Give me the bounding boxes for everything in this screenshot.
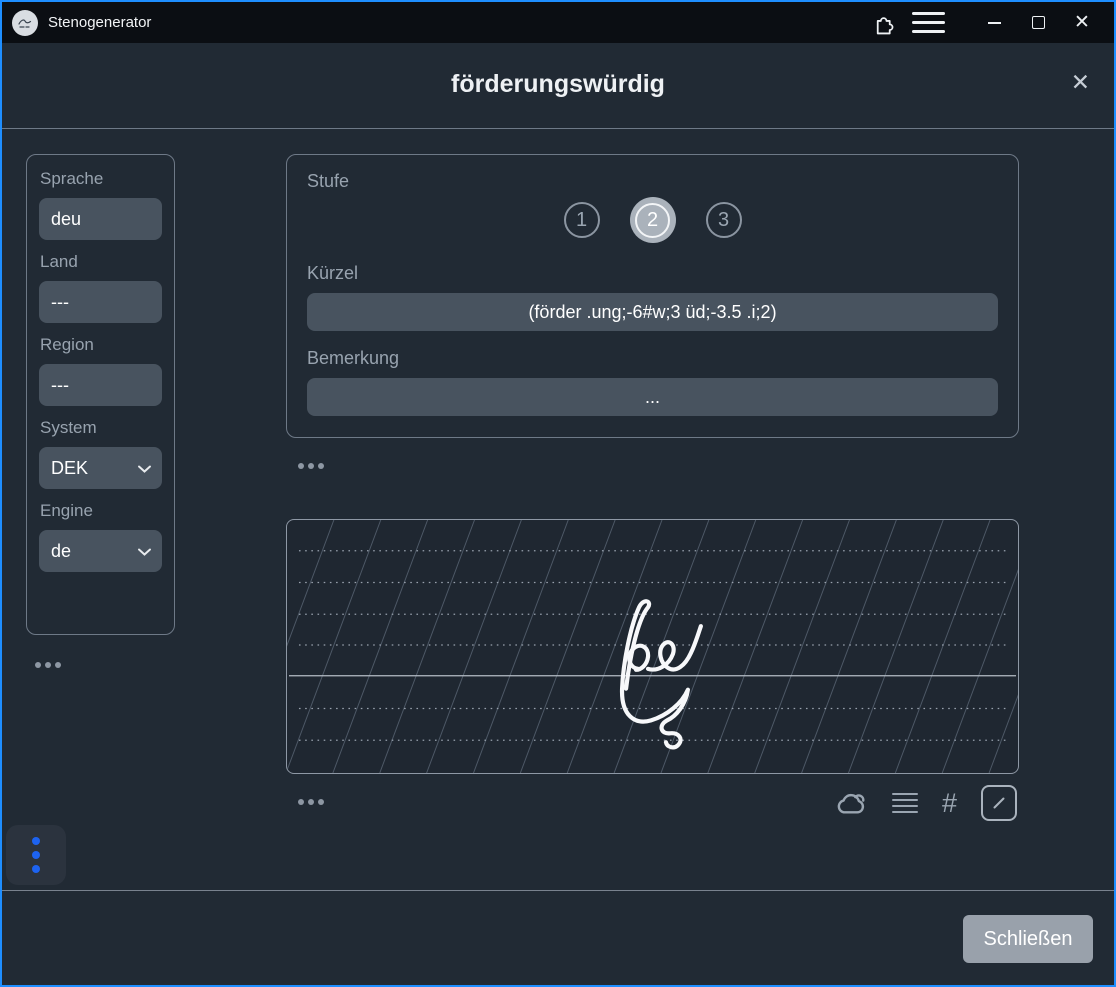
lines-guides-icon[interactable] bbox=[892, 793, 918, 814]
dialog-close-button[interactable]: ✕ bbox=[1071, 69, 1090, 96]
land-label: Land bbox=[40, 252, 162, 272]
engine-select[interactable] bbox=[39, 530, 162, 572]
bemerkung-label: Bemerkung bbox=[307, 348, 998, 369]
entry-details-panel: Stufe 1 2 3 Kürzel Bemerkung bbox=[286, 154, 1019, 438]
maximize-button[interactable] bbox=[1016, 2, 1060, 43]
sidebar-more-menu[interactable] bbox=[35, 662, 61, 668]
steno-outline-drawing bbox=[622, 601, 701, 747]
app-logo-icon bbox=[12, 10, 38, 36]
titlebar: Stenogenerator ✕ bbox=[2, 2, 1114, 43]
engine-label: Engine bbox=[40, 501, 162, 521]
slant-guidelines bbox=[287, 520, 1018, 773]
slant-lines-toggle-icon[interactable] bbox=[981, 785, 1017, 821]
app-title: Stenogenerator bbox=[48, 14, 151, 31]
region-label: Region bbox=[40, 335, 162, 355]
cloud-icon[interactable] bbox=[834, 787, 868, 819]
schliessen-button[interactable]: Schließen bbox=[963, 915, 1093, 963]
sprache-label: Sprache bbox=[40, 169, 162, 189]
sprache-input[interactable] bbox=[39, 198, 162, 240]
kuerzel-input[interactable] bbox=[307, 293, 998, 331]
hamburger-menu-icon[interactable] bbox=[906, 2, 950, 43]
step-2-button-selected[interactable]: 2 bbox=[630, 197, 676, 243]
close-icon: ✕ bbox=[1071, 69, 1090, 95]
step-3-button[interactable]: 3 bbox=[706, 202, 742, 238]
stufe-step-selector: 1 2 3 bbox=[307, 194, 998, 246]
window-close-button[interactable]: ✕ bbox=[1060, 2, 1104, 43]
hash-grid-icon[interactable]: # bbox=[942, 788, 957, 819]
close-icon: ✕ bbox=[1074, 11, 1090, 34]
minimize-button[interactable] bbox=[972, 2, 1016, 43]
extensions-puzzle-icon[interactable] bbox=[862, 2, 906, 43]
region-input[interactable] bbox=[39, 364, 162, 406]
footer-divider bbox=[2, 890, 1114, 891]
land-input[interactable] bbox=[39, 281, 162, 323]
bottom-actions-menu[interactable] bbox=[6, 825, 66, 885]
bemerkung-input[interactable] bbox=[307, 378, 998, 416]
kuerzel-label: Kürzel bbox=[307, 263, 998, 284]
language-settings-panel: Sprache Land Region System Engine bbox=[26, 154, 175, 635]
stufe-label: Stufe bbox=[307, 171, 998, 192]
dialog-header: förderungswürdig ✕ bbox=[2, 43, 1114, 129]
dialog-title: förderungswürdig bbox=[2, 70, 1114, 99]
canvas-more-menu[interactable] bbox=[298, 799, 324, 805]
entry-more-menu[interactable] bbox=[298, 463, 324, 469]
canvas-toolbar: # bbox=[286, 782, 1019, 824]
system-label: System bbox=[40, 418, 162, 438]
app-window: Stenogenerator ✕ förderungswürdig ✕ Spra… bbox=[0, 0, 1116, 987]
system-select[interactable] bbox=[39, 447, 162, 489]
step-1-button[interactable]: 1 bbox=[564, 202, 600, 238]
steno-drawing-canvas[interactable] bbox=[286, 519, 1019, 774]
